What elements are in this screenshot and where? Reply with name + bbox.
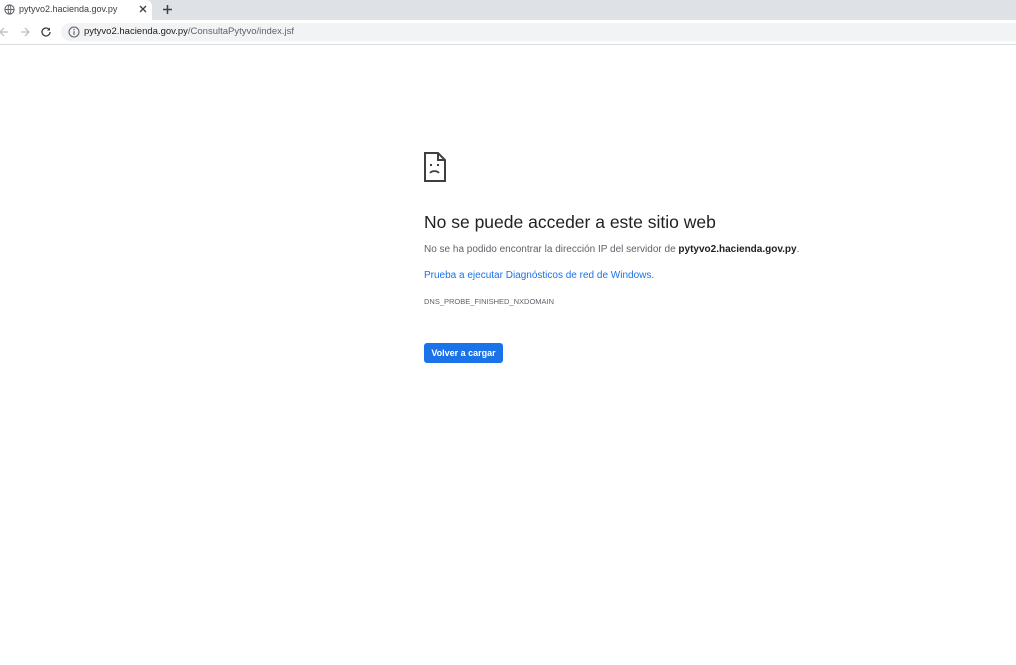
url-text[interactable]: pytyvo2.hacienda.gov.py/ConsultaPytyvo/i… bbox=[84, 26, 294, 37]
info-icon[interactable] bbox=[68, 26, 80, 38]
url-host: pytyvo2.hacienda.gov.py bbox=[84, 26, 188, 37]
sad-page-icon bbox=[424, 152, 446, 182]
browser-tab[interactable]: pytyvo2.hacienda.gov.py bbox=[0, 0, 152, 20]
error-code: DNS_PROBE_FINISHED_NXDOMAIN bbox=[424, 297, 555, 306]
new-tab-icon[interactable] bbox=[161, 3, 174, 16]
address-bar[interactable]: pytyvo2.hacienda.gov.py/ConsultaPytyvo/i… bbox=[61, 23, 1016, 41]
reload-icon[interactable] bbox=[40, 26, 52, 38]
error-description: No se ha podido encontrar la dirección I… bbox=[424, 244, 799, 255]
error-heading: No se puede acceder a este sitio web bbox=[424, 212, 716, 232]
tab-title: pytyvo2.hacienda.gov.py bbox=[19, 4, 118, 14]
tab-strip: pytyvo2.hacienda.gov.py bbox=[0, 0, 1016, 20]
globe-icon bbox=[4, 4, 15, 15]
diagnostics-link[interactable]: Prueba a ejecutar Diagnósticos de red de… bbox=[424, 270, 654, 281]
reload-button[interactable]: Volver a cargar bbox=[424, 343, 503, 363]
browser-toolbar: pytyvo2.hacienda.gov.py/ConsultaPytyvo/i… bbox=[0, 20, 1016, 45]
back-arrow-icon[interactable] bbox=[0, 26, 10, 38]
close-icon[interactable] bbox=[137, 3, 149, 15]
description-host: pytyvo2.hacienda.gov.py bbox=[678, 244, 797, 255]
description-prefix: No se ha podido encontrar la dirección I… bbox=[424, 244, 679, 255]
description-suffix: . bbox=[796, 244, 800, 255]
url-path: /ConsultaPytyvo/index.jsf bbox=[187, 26, 295, 37]
forward-arrow-icon[interactable] bbox=[19, 26, 31, 38]
